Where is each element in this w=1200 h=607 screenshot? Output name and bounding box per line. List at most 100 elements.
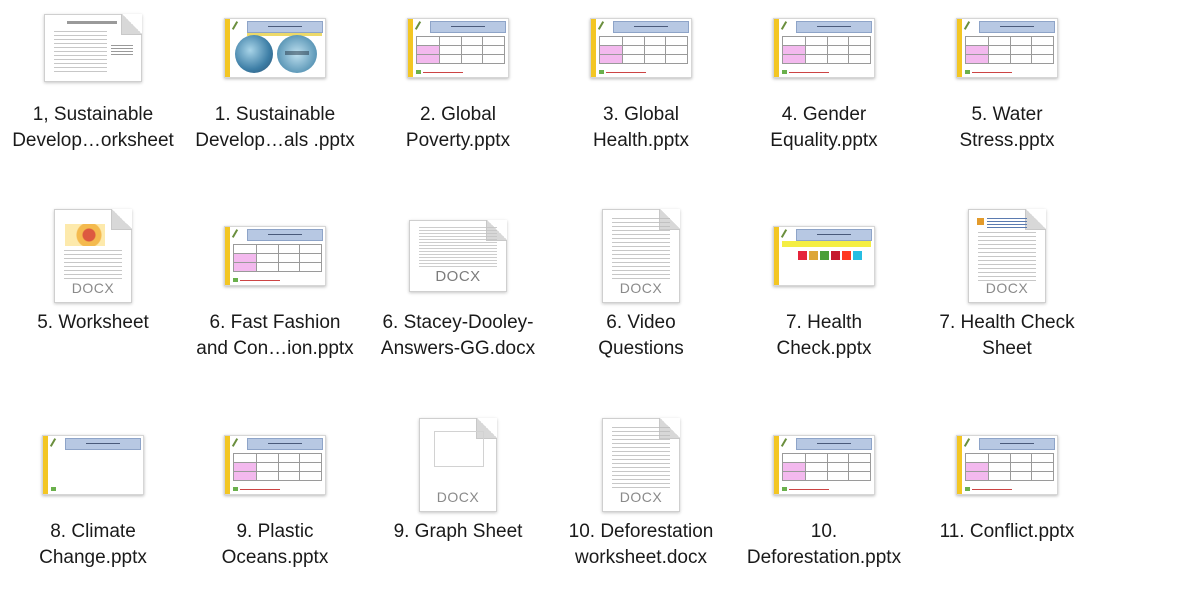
file-item[interactable]: 2. Global Poverty.pptx	[367, 0, 549, 190]
slide-pen-mark	[231, 21, 239, 30]
file-item[interactable]: DOCX 9. Graph Sheet	[367, 417, 549, 607]
file-thumbnail[interactable]	[733, 417, 915, 513]
slide-table-cell	[233, 453, 257, 463]
slide-footer-line	[606, 72, 646, 73]
slide-goal-tiles	[798, 251, 862, 260]
slide-table-cell	[233, 244, 257, 254]
file-thumbnail[interactable]: DOCX	[2, 208, 184, 304]
slide-footer-line	[789, 489, 829, 490]
file-name: 9. Graph Sheet	[367, 519, 549, 545]
file-item[interactable]: 5. Water Stress.pptx	[916, 0, 1098, 190]
file-item[interactable]: DOCX 10. Deforestation worksheet.docx	[550, 417, 732, 607]
file-item[interactable]: 3. Global Health.pptx	[550, 0, 732, 190]
file-thumbnail[interactable]: DOCX	[550, 208, 732, 304]
goal-tile	[809, 251, 818, 260]
slide-table-cell	[965, 54, 989, 64]
pptx-thumbnail-icon	[773, 18, 875, 78]
slide-title-box	[796, 229, 872, 241]
slide-table-cell	[782, 471, 806, 481]
file-name: 5. Water Stress.pptx	[916, 102, 1098, 154]
file-thumbnail[interactable]	[2, 417, 184, 513]
file-name: 5. Worksheet	[2, 310, 184, 336]
file-item[interactable]: 6. Fast Fashion and Con…ion.pptx	[184, 208, 366, 398]
slide-title-box	[430, 21, 506, 33]
file-thumbnail[interactable]: DOCX	[367, 417, 549, 513]
file-item[interactable]: 11. Conflict.pptx	[916, 417, 1098, 607]
file-name: 7. Health Check Sheet	[916, 310, 1098, 362]
file-name: 6. Stacey-Dooley- Answers-GG.docx	[367, 310, 549, 362]
file-item[interactable]: 8. Climate Change.pptx	[2, 417, 184, 607]
slide-table-cell	[460, 36, 484, 46]
page-side-text	[111, 45, 133, 55]
slide-footer-mark	[416, 70, 421, 74]
pptx-thumbnail-icon	[590, 18, 692, 78]
slide-table-cell	[988, 462, 1011, 472]
file-thumbnail[interactable]	[550, 0, 732, 96]
goal-tile	[831, 251, 840, 260]
slide-pen-mark	[780, 21, 788, 30]
file-name: 6. Fast Fashion and Con…ion.pptx	[184, 310, 366, 362]
slide-side-bar	[774, 227, 779, 285]
slide-table-cell	[848, 471, 871, 481]
file-thumbnail[interactable]	[733, 208, 915, 304]
slide-footer-mark	[233, 487, 238, 491]
slide-table	[599, 36, 688, 64]
slide-table-cell	[1031, 45, 1054, 55]
file-item[interactable]: 4. Gender Equality.pptx	[733, 0, 915, 190]
slide-table-cell	[416, 54, 440, 64]
file-name-line: 7. Health	[785, 312, 863, 333]
slide-table	[782, 36, 871, 64]
file-thumbnail[interactable]	[2, 0, 184, 96]
slide-table-cell	[460, 54, 484, 64]
file-thumbnail[interactable]	[184, 0, 366, 96]
file-item[interactable]: 1. Sustainable Develop…als .pptx	[184, 0, 366, 190]
file-name-line: and Con…ion.pptx	[196, 338, 354, 359]
file-thumbnail[interactable]	[184, 417, 366, 513]
file-thumbnail[interactable]	[916, 0, 1098, 96]
file-item[interactable]: DOCX 6. Stacey-Dooley- Answers-GG.docx	[367, 208, 549, 398]
slide-table-cell	[805, 36, 828, 46]
slide-table-cell	[599, 36, 623, 46]
slide-side-bar	[957, 436, 962, 494]
slide-pen-mark	[780, 229, 788, 238]
slide-title-box	[979, 21, 1055, 33]
document-thumbnail-icon: DOCX	[54, 209, 132, 303]
slide-footer-mark	[233, 278, 238, 282]
slide-side-bar	[774, 436, 779, 494]
file-item[interactable]: DOCX 7. Health Check Sheet	[916, 208, 1098, 398]
file-item[interactable]: 9. Plastic Oceans.pptx	[184, 417, 366, 607]
file-grid: 1, Sustainable Develop…orksheet 1. Sustain…	[0, 0, 1200, 602]
file-item[interactable]: DOCX 6. Video Questions	[550, 208, 732, 398]
file-name: 7. Health Check.pptx	[733, 310, 915, 362]
slide-table-cell	[826, 36, 850, 46]
slide-table-cell	[1009, 45, 1033, 55]
slide-table-cell	[277, 453, 301, 463]
file-thumbnail[interactable]: DOCX	[550, 417, 732, 513]
file-thumbnail[interactable]	[367, 0, 549, 96]
file-item[interactable]: DOCX 5. Worksheet	[2, 208, 184, 398]
file-thumbnail[interactable]: DOCX	[916, 208, 1098, 304]
file-name-line: Equality.pptx	[770, 130, 878, 151]
slide-table-cell	[256, 453, 279, 463]
file-name-line: Poverty.pptx	[405, 130, 511, 151]
file-name-line: 10.	[810, 521, 838, 542]
slide-table-cell	[643, 54, 667, 64]
slide-table-cell	[826, 45, 850, 55]
slide-table	[965, 453, 1054, 481]
page-text-lines	[612, 218, 670, 282]
file-name: 10. Deforestation.pptx	[733, 519, 915, 571]
file-type-label: DOCX	[436, 489, 480, 505]
file-thumbnail[interactable]	[733, 0, 915, 96]
file-name-line: 9. Plastic	[236, 521, 314, 542]
file-item[interactable]: 7. Health Check.pptx	[733, 208, 915, 398]
slide-table-cell	[826, 453, 850, 463]
slide-table-cell	[299, 453, 322, 463]
slide-table-cell	[299, 462, 322, 472]
file-thumbnail[interactable]	[184, 208, 366, 304]
pptx-thumbnail-icon	[42, 435, 144, 495]
file-item[interactable]: 10. Deforestation.pptx	[733, 417, 915, 607]
file-thumbnail[interactable]: DOCX	[367, 208, 549, 304]
file-item[interactable]: 1, Sustainable Develop…orksheet	[2, 0, 184, 190]
file-thumbnail[interactable]	[916, 417, 1098, 513]
file-name-line: 6. Video	[606, 312, 676, 333]
